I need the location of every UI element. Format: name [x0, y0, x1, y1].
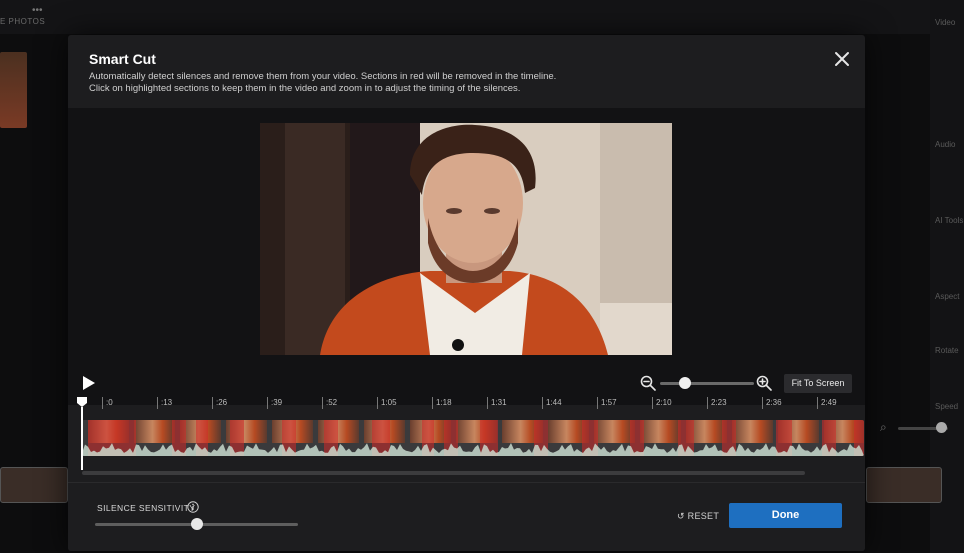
timeline-tick: :26: [212, 397, 227, 409]
dialog-title: Smart Cut: [89, 51, 156, 67]
timeline-tick: 2:36: [762, 397, 782, 409]
panel-label-speed: Speed: [935, 402, 959, 411]
timeline-zoom-icon: ⌕: [880, 420, 887, 434]
dialog-footer: SILENCE SENSITIVITY ↺ RESET Done: [68, 482, 865, 551]
silence-sensitivity-knob[interactable]: [190, 518, 203, 530]
timeline-tick: 1:44: [542, 397, 562, 409]
play-icon[interactable]: [82, 375, 96, 391]
panel-label-ai-tools: AI Tools: [935, 216, 964, 225]
panel-label-aspect: Aspect: [935, 292, 960, 301]
timeline-tick: 1:05: [377, 397, 397, 409]
timeline-ruler: :0 :13 :26 :39 :52 1:05 1:18 1:31 1:44 1:57 2:10 2:…: [82, 397, 865, 413]
zoom-out-icon[interactable]: [640, 375, 656, 391]
close-icon[interactable]: [832, 49, 852, 69]
timeline-scrollbar[interactable]: [82, 471, 805, 475]
timeline-tick: :39: [267, 397, 282, 409]
description-line-2: Click on highlighted sections to keep th…: [89, 83, 521, 94]
timeline-tick: 1:18: [432, 397, 452, 409]
video-preview-area: [68, 108, 865, 405]
timeline-track[interactable]: [82, 420, 864, 456]
timeline-zoom-knob: [936, 422, 947, 433]
timeline-tick: :0: [102, 397, 113, 409]
reset-icon: ↺: [677, 511, 688, 521]
media-thumbnail: [0, 52, 27, 128]
timeline-clip-left: [0, 467, 68, 503]
timeline-tick: :13: [157, 397, 172, 409]
timeline-tick: 2:23: [707, 397, 727, 409]
dialog-description: Automatically detect silences and remove…: [89, 71, 556, 95]
zoom-slider-track[interactable]: [660, 382, 754, 385]
timeline-thumbnail: [732, 420, 773, 443]
timeline-tick: 1:31: [487, 397, 507, 409]
timeline-clip-right: [866, 467, 942, 503]
timeline-tick: :52: [322, 397, 337, 409]
timeline-thumbnail: [134, 420, 175, 443]
description-line-1: Automatically detect silences and remove…: [89, 71, 557, 82]
fit-to-screen-button[interactable]: Fit To Screen: [784, 374, 852, 393]
timeline-tick: 1:57: [597, 397, 617, 409]
playhead-handle[interactable]: [77, 397, 87, 407]
timeline-tick: 2:10: [652, 397, 672, 409]
audio-waveform: [82, 443, 864, 456]
smart-cut-dialog: Smart Cut Automatically detect silences …: [68, 35, 865, 551]
timeline-thumbnail: [640, 420, 681, 443]
reset-button[interactable]: ↺ RESET: [677, 511, 719, 522]
info-icon[interactable]: [187, 501, 199, 513]
panel-label-video: Video: [935, 18, 956, 27]
panel-label-audio: Audio: [935, 140, 956, 149]
photos-tab-label: E PHOTOS: [0, 17, 46, 26]
more-icon: •••: [32, 5, 43, 16]
silence-sensitivity-label: SILENCE SENSITIVITY: [97, 503, 196, 513]
playhead: [81, 407, 83, 470]
timeline-tick: 2:49: [817, 397, 837, 409]
zoom-in-icon[interactable]: [756, 375, 772, 391]
video-preview[interactable]: [260, 123, 672, 355]
reset-label: RESET: [687, 511, 720, 521]
editor-topbar: [0, 0, 964, 34]
timeline-thumbnail: [594, 420, 635, 443]
panel-label-rotate: Rotate: [935, 346, 959, 355]
done-button[interactable]: Done: [729, 503, 842, 528]
